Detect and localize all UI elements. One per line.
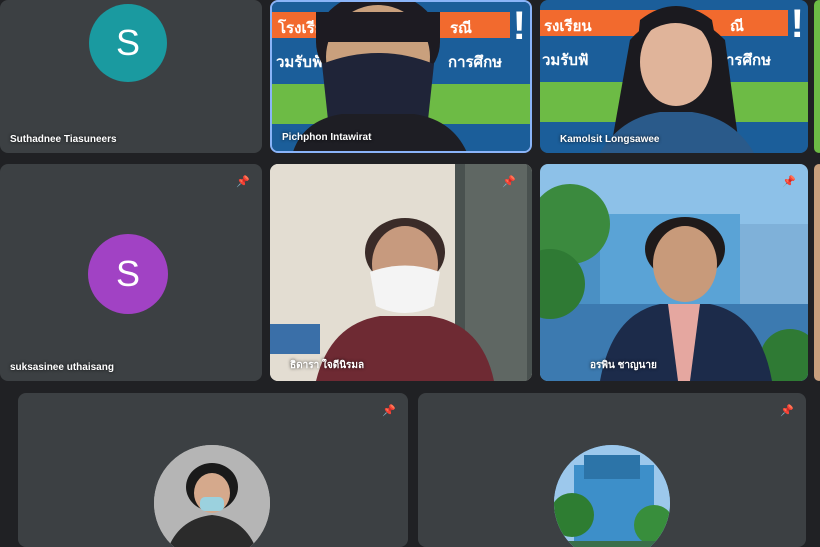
participant-video-person	[540, 164, 808, 381]
participant-name: ธิดารา ใจดีนิรมล	[290, 360, 365, 371]
avatar-letter: S	[115, 253, 140, 294]
pin-icon[interactable]: 📌	[380, 401, 398, 419]
participant-name: Kamolsit Longsawee	[560, 134, 660, 145]
partial-tile	[814, 164, 820, 381]
avatar: S	[89, 4, 167, 82]
participant-name: อรพิน ชาญนาย	[590, 360, 657, 371]
participant-tile[interactable]: รงเรียน ณี วมรับฟั ารศึกษ ! Kamolsit Lon…	[540, 0, 808, 153]
participant-tile[interactable]: S Suthadnee Tiasuneers	[0, 0, 262, 153]
video-feed	[270, 164, 532, 381]
pin-icon[interactable]: 📌	[234, 172, 252, 190]
video-feed: รงเรียน ณี วมรับฟั ารศึกษ !	[540, 0, 808, 153]
avatar-letter: S	[115, 22, 140, 63]
video-feed: โรงเรียน รณี วมรับฟัง การศึกษ !	[272, 2, 530, 151]
participant-name: Pichphon Intawirat	[282, 132, 372, 143]
participant-video-person	[600, 6, 754, 153]
participant-tile[interactable]: อรพิน ชาญนาย 📌	[540, 164, 808, 381]
avatar-photo-image	[554, 445, 670, 547]
participant-video-person	[293, 2, 467, 151]
pin-icon[interactable]: 📌	[780, 172, 798, 190]
pin-icon[interactable]: 📌	[778, 401, 796, 419]
avatar-photo-image	[154, 445, 270, 547]
participant-tile[interactable]: โรงเรียน รณี วมรับฟัง การศึกษ ! Pichphon…	[270, 0, 532, 153]
partial-tile	[814, 0, 820, 153]
pin-icon[interactable]: 📌	[500, 172, 518, 190]
avatar-photo	[154, 445, 270, 547]
participant-video-person	[270, 164, 532, 381]
participant-tile[interactable]: 📌	[418, 393, 806, 547]
participant-tile[interactable]: 📌	[18, 393, 408, 547]
participant-name: Suthadnee Tiasuneers	[10, 134, 117, 145]
avatar: S	[88, 234, 168, 314]
avatar-photo	[554, 445, 670, 547]
participant-tile[interactable]: ธิดารา ใจดีนิรมล 📌	[270, 164, 532, 381]
video-feed	[540, 164, 808, 381]
participant-name: suksasinee uthaisang	[10, 362, 114, 373]
participant-tile[interactable]: 📌 S suksasinee uthaisang	[0, 164, 262, 381]
